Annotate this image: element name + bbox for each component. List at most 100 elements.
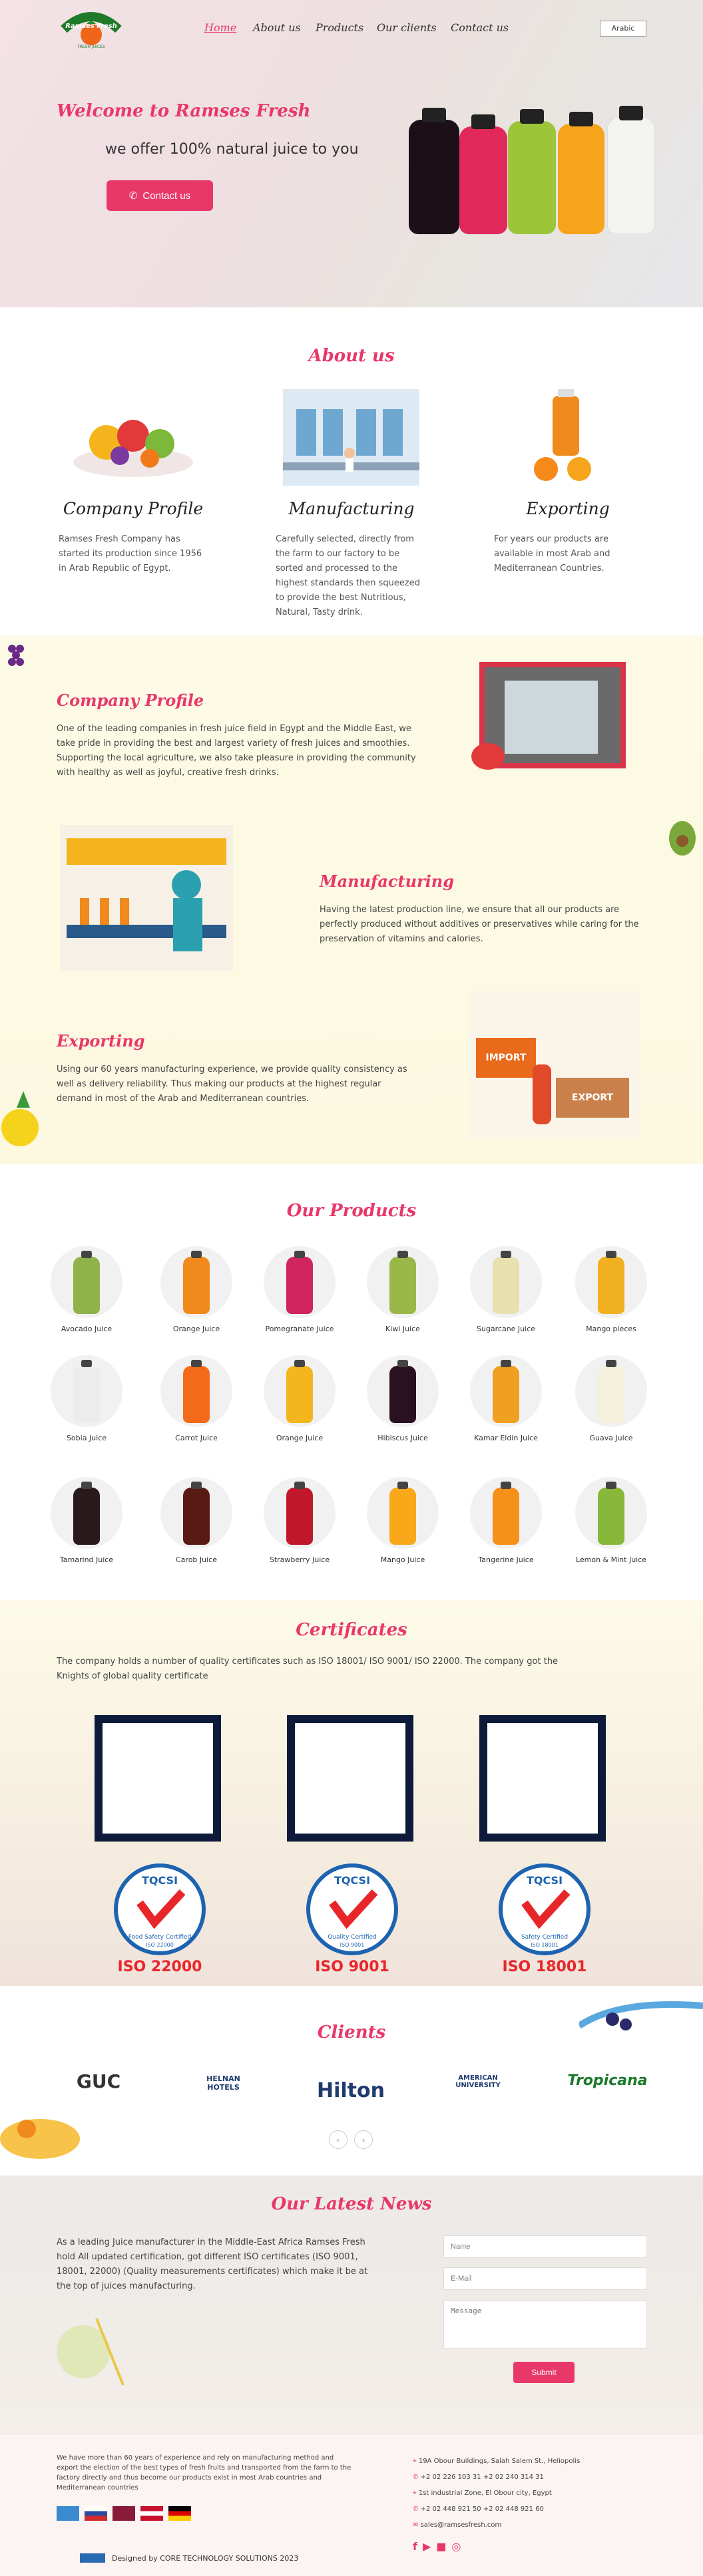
nav-home[interactable]: Home xyxy=(204,21,236,34)
phone-icon: ✆ xyxy=(128,190,138,202)
seal-1-label: ISO 22000 xyxy=(117,1959,202,1975)
certificate-frame-2[interactable] xyxy=(287,1715,413,1842)
details-section: Company Profile One of the leading compa… xyxy=(0,635,703,1164)
footer-contacts: ⌖ 19A Obour Buildings, Salah Salem St., … xyxy=(413,2454,580,2533)
product-image xyxy=(367,1246,439,1318)
manufacturing-illustration xyxy=(60,825,233,971)
product-card[interactable]: Mango pieces xyxy=(571,1246,651,1333)
certificate-frame-1[interactable] xyxy=(95,1715,221,1842)
contact-us-button[interactable]: ✆ Contact us xyxy=(107,180,213,211)
product-card[interactable]: Tangerine Juice xyxy=(466,1477,546,1564)
certificate-frame-3[interactable] xyxy=(479,1715,606,1842)
product-name: Carrot Juice xyxy=(175,1434,218,1442)
about-manufacturing-heading: Manufacturing xyxy=(288,499,415,518)
product-name: Mango Juice xyxy=(380,1555,425,1564)
about-exporting-heading: Exporting xyxy=(526,499,610,518)
nav-about-us[interactable]: About us xyxy=(253,21,301,34)
manufacturing-heading: Manufacturing xyxy=(320,872,455,891)
product-card[interactable]: Sugarcane Juice xyxy=(466,1246,546,1333)
exporting-text: Using our 60 years manufacturing experie… xyxy=(57,1064,407,1104)
product-card[interactable]: Kamar Eldin Juice xyxy=(466,1355,546,1442)
clients-prev-button[interactable]: ‹ xyxy=(329,2130,348,2149)
certificates-title: Certificates xyxy=(296,1620,407,1640)
flag-icon xyxy=(113,2506,135,2521)
product-name: Hibiscus Juice xyxy=(377,1434,428,1442)
brand-logo[interactable]: Ramses Fresh FRESH JUICES xyxy=(55,9,128,49)
product-name: Sugarcane Juice xyxy=(476,1325,536,1333)
twitter-icon[interactable]: ▶ xyxy=(423,2540,431,2553)
about-exporting-text: For years our products are available in … xyxy=(494,534,610,573)
product-card[interactable]: Pomegranate Juice xyxy=(260,1246,340,1333)
nav-contact-us[interactable]: Contact us xyxy=(451,21,509,34)
nav-products[interactable]: Products xyxy=(316,21,363,34)
product-image xyxy=(51,1355,122,1427)
product-card[interactable]: Carob Juice xyxy=(156,1477,236,1564)
product-card[interactable]: Sobia Juice xyxy=(47,1355,126,1442)
seal-1-top: TQCSI xyxy=(142,1874,178,1887)
hero-subtitle: we offer 100% natural juice to you xyxy=(105,141,359,158)
product-card[interactable]: Tamarind Juice xyxy=(47,1477,126,1564)
footer-email[interactable]: ✉ sales@ramsesfresh.com xyxy=(413,2517,580,2533)
product-card[interactable]: Orange Juice xyxy=(260,1355,340,1442)
product-card[interactable]: Guava Juice xyxy=(571,1355,651,1442)
product-card[interactable]: Hibiscus Juice xyxy=(363,1355,443,1442)
product-image xyxy=(51,1246,122,1318)
footer-phone-2[interactable]: ✆ +2 02 448 921 50 +2 02 448 921 60 xyxy=(413,2501,580,2517)
product-card[interactable]: Orange Juice xyxy=(156,1246,236,1333)
language-toggle-button[interactable]: Arabic xyxy=(600,21,646,37)
news-title: Our Latest News xyxy=(271,2194,432,2214)
footer: We have more than 60 years of experience… xyxy=(0,2435,703,2576)
product-image xyxy=(160,1246,232,1318)
about-company-profile-heading: Company Profile xyxy=(63,499,204,518)
certificates-text: The company holds a number of quality ce… xyxy=(57,1657,559,1681)
nav-our-clients[interactable]: Our clients xyxy=(377,21,437,34)
facebook-icon[interactable]: f xyxy=(413,2540,417,2553)
product-image xyxy=(160,1477,232,1549)
import-export-illustration: IMPORT EXPORT xyxy=(469,991,639,1138)
news-message-textarea[interactable] xyxy=(443,2301,647,2348)
product-card[interactable]: Mango Juice xyxy=(363,1477,443,1564)
seal-2-code: ISO 9001 xyxy=(340,1942,365,1948)
location-icon: ⌖ xyxy=(413,2490,417,2497)
product-image xyxy=(367,1355,439,1427)
location-icon: ⌖ xyxy=(413,2458,417,2465)
product-card[interactable]: Avocado Juice xyxy=(47,1246,126,1333)
storefront-photo xyxy=(471,662,626,770)
iso-22000-seal: TQCSI Food Safety Certified ISO 22000 IS… xyxy=(113,1863,206,1976)
seal-2-label: ISO 9001 xyxy=(315,1959,389,1975)
product-name: Orange Juice xyxy=(276,1434,324,1442)
news-email-input[interactable] xyxy=(443,2267,647,2290)
seal-2-mid: Quality Certified xyxy=(328,1934,377,1941)
phone-icon: ✆ xyxy=(413,2505,419,2513)
news-name-input[interactable] xyxy=(443,2235,647,2258)
flag-icon xyxy=(140,2506,163,2521)
youtube-icon[interactable]: ■ xyxy=(436,2540,446,2553)
seal-3-code: ISO 18001 xyxy=(531,1942,559,1948)
product-name: Guava Juice xyxy=(589,1434,633,1442)
product-card[interactable]: Lemon & Mint Juice xyxy=(571,1477,651,1564)
news-submit-button[interactable]: Submit xyxy=(513,2362,575,2383)
factory-illustration xyxy=(283,389,419,486)
footer-credit: Designed by CORE TECHNOLOGY SOLUTIONS 20… xyxy=(80,2553,298,2563)
product-image xyxy=(264,1355,336,1427)
footer-phone-1[interactable]: ✆ +2 02 226 103 31 +2 02 240 314 31 xyxy=(413,2470,580,2486)
instagram-icon[interactable]: ◎ xyxy=(451,2540,461,2553)
product-card[interactable]: Strawberry Juice xyxy=(260,1477,340,1564)
seal-3-top: TQCSI xyxy=(527,1874,563,1887)
product-card[interactable]: Kiwi Juice xyxy=(363,1246,443,1333)
product-name: Lemon & Mint Juice xyxy=(575,1555,647,1564)
product-image xyxy=(575,1477,647,1549)
product-image xyxy=(367,1477,439,1549)
product-image xyxy=(160,1355,232,1427)
clients-next-button[interactable]: › xyxy=(354,2130,373,2149)
product-image xyxy=(470,1355,542,1427)
pineapple-decoration xyxy=(0,1088,47,1148)
product-card[interactable]: Carrot Juice xyxy=(156,1355,236,1442)
manufacturing-text: Having the latest production line, we en… xyxy=(320,905,639,944)
seal-3-mid: Safety Certified xyxy=(521,1934,568,1941)
product-image xyxy=(470,1477,542,1549)
product-name: Carob Juice xyxy=(176,1555,217,1564)
product-image xyxy=(51,1477,122,1549)
product-name: Tangerine Juice xyxy=(478,1555,534,1564)
exporting-heading: Exporting xyxy=(57,1031,145,1050)
